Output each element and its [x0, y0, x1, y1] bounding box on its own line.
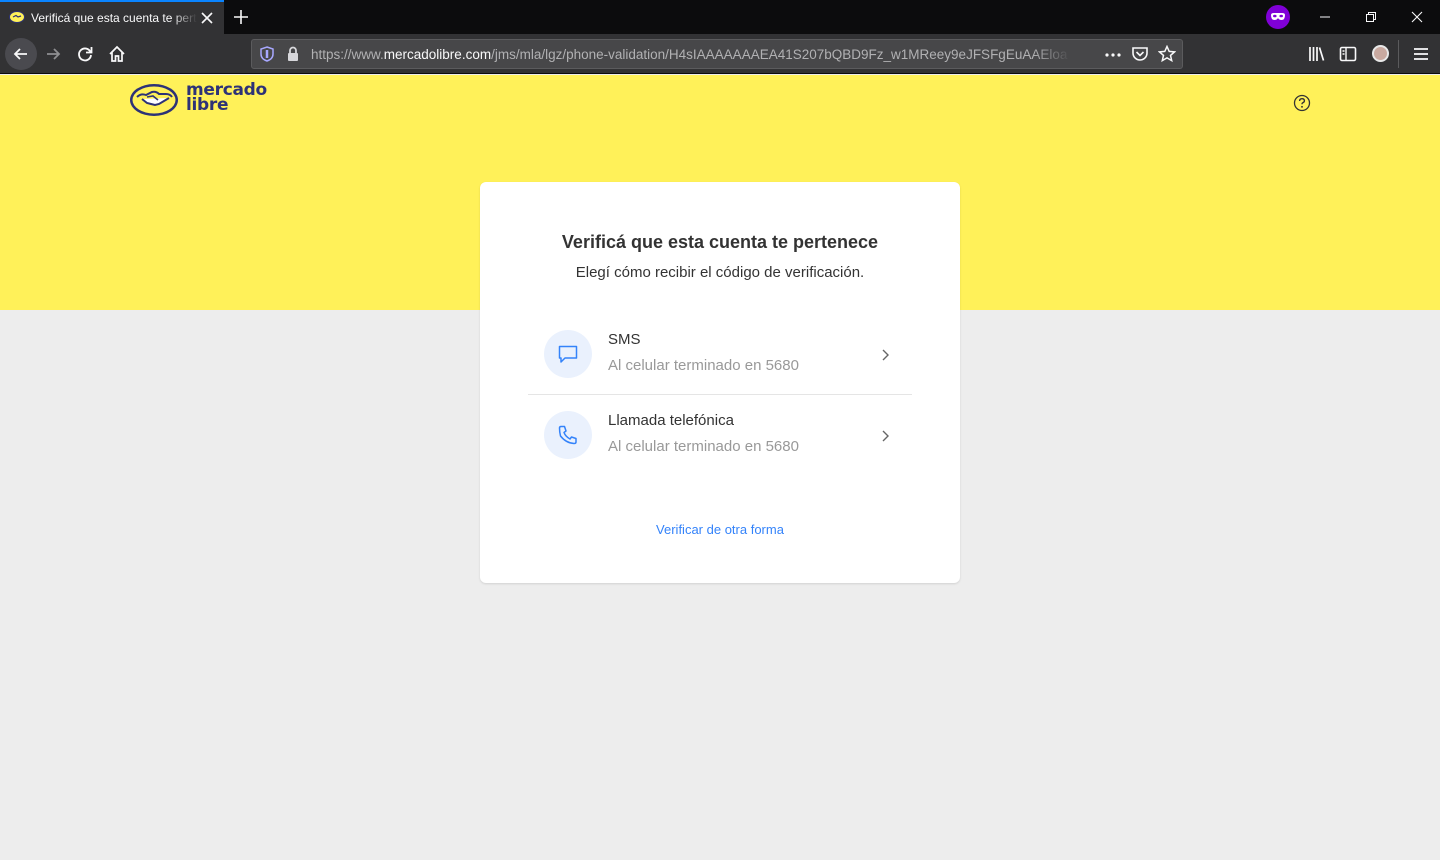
chat-bubble-icon	[558, 345, 578, 363]
browser-nav-bar: https://www.mercadolibre.com/jms/mla/lgz…	[0, 34, 1440, 74]
verify-other-way-link[interactable]: Verificar de otra forma	[480, 522, 960, 537]
page-subtitle: Elegí cómo recibir el código de verifica…	[575, 264, 865, 281]
logo-wordmark: mercado libre	[186, 82, 267, 115]
handshake-logo-icon	[130, 84, 178, 116]
sms-option-description: Al celular terminado en 5680	[608, 357, 799, 374]
account-avatar[interactable]	[1372, 45, 1389, 62]
new-tab-plus-icon[interactable]	[231, 7, 251, 27]
phone-icon	[558, 425, 577, 445]
toolbar-separator	[1398, 40, 1399, 68]
private-browsing-mask-icon	[1266, 5, 1290, 29]
sms-option[interactable]: SMS Al celular terminado en 5680	[528, 315, 912, 395]
phone-icon-circle	[544, 411, 592, 459]
close-window-icon	[1411, 11, 1423, 23]
url-path: /jms/mla/lgz/phone-validation/H4sIAAAAAA…	[491, 47, 1068, 62]
reload-icon[interactable]	[75, 44, 95, 64]
chevron-right-icon	[882, 430, 889, 442]
page-content: mercado libre Verificá que esta cuenta t…	[0, 75, 1440, 860]
url-host: mercadolibre.com	[383, 47, 492, 62]
browser-tab-bar: Verificá que esta cuenta te pertenece	[0, 0, 1440, 34]
page-title: Verificá que esta cuenta te pertenece	[561, 232, 879, 252]
logo-line2: libre	[186, 95, 229, 115]
close-tab-icon[interactable]	[199, 10, 215, 26]
pocket-icon[interactable]	[1131, 46, 1149, 62]
library-icon[interactable]	[1307, 44, 1327, 64]
url-prefix: https://www.	[311, 47, 384, 62]
mercadolibre-logo[interactable]: mercado libre	[129, 82, 269, 119]
phone-call-option[interactable]: Llamada telefónica Al celular terminado …	[528, 396, 912, 476]
url-text[interactable]: https://www.mercadolibre.com/jms/mla/lgz…	[311, 47, 1071, 62]
help-question-icon[interactable]	[1293, 94, 1311, 112]
mercadolibre-favicon-icon	[9, 11, 25, 23]
arrow-left-icon	[13, 48, 27, 60]
padlock-icon[interactable]	[286, 46, 300, 62]
page-actions-ellipsis-icon[interactable]	[1104, 47, 1122, 63]
tab-title: Verificá que esta cuenta te pertenece	[31, 11, 197, 25]
browser-tab[interactable]: Verificá que esta cuenta te pertenece	[0, 0, 224, 34]
sms-option-title: SMS	[608, 331, 641, 348]
window-restore-button[interactable]	[1348, 0, 1394, 34]
chevron-right-icon	[882, 349, 889, 361]
back-button[interactable]	[5, 38, 37, 70]
forward-arrow-icon[interactable]	[43, 44, 63, 64]
home-icon[interactable]	[107, 44, 127, 64]
bookmark-star-icon[interactable]	[1158, 45, 1176, 63]
window-close-button[interactable]	[1394, 0, 1440, 34]
minimize-icon	[1320, 16, 1330, 18]
phone-call-option-description: Al celular terminado en 5680	[608, 438, 799, 455]
verification-card: Verificá que esta cuenta te pertenece El…	[480, 182, 960, 583]
url-bar[interactable]: https://www.mercadolibre.com/jms/mla/lgz…	[251, 39, 1183, 69]
restore-icon	[1366, 12, 1376, 22]
sidebar-toggle-icon[interactable]	[1338, 44, 1358, 64]
phone-call-option-title: Llamada telefónica	[608, 412, 734, 429]
hamburger-menu-icon[interactable]	[1411, 44, 1431, 64]
sms-icon-circle	[544, 330, 592, 378]
tracking-shield-icon[interactable]	[259, 46, 275, 62]
window-minimize-button[interactable]	[1302, 0, 1348, 34]
